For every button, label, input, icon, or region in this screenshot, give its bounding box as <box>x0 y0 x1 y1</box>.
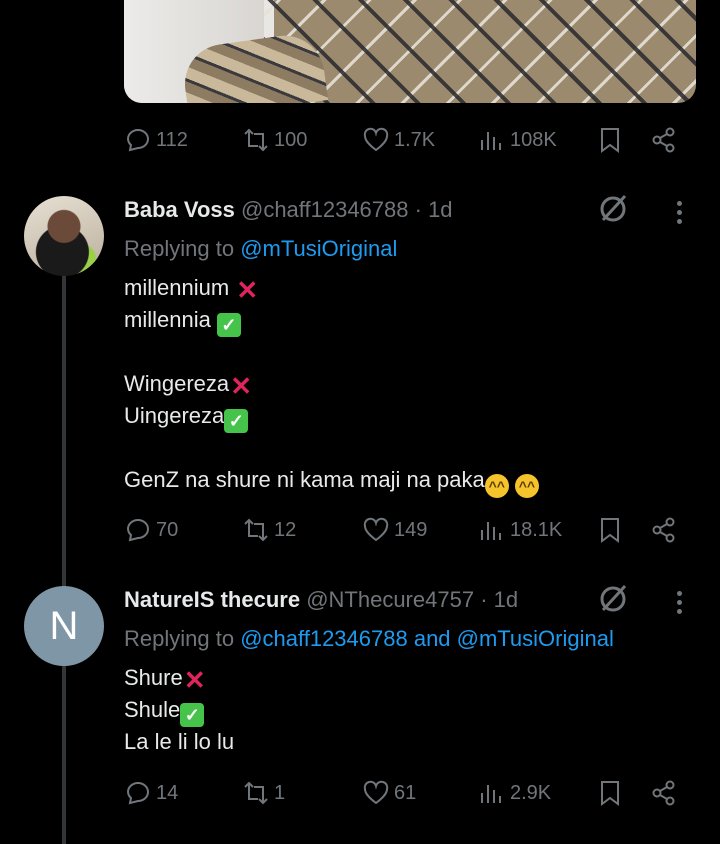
text-line: millennium <box>124 275 230 300</box>
reply-button[interactable]: 112 <box>124 120 188 160</box>
reply-count: 112 <box>156 128 188 151</box>
reply-text: Shure✕ Shule ✓ La le li lo lu <box>124 662 234 758</box>
reply-count: 14 <box>156 781 179 804</box>
text-line: La le li lo lu <box>124 729 235 754</box>
repost-icon <box>244 518 268 542</box>
like-button[interactable]: 149 <box>362 510 427 550</box>
display-name[interactable]: Baba Voss <box>124 197 235 222</box>
reply-button[interactable]: 14 <box>124 773 178 813</box>
repost-button[interactable]: 1 <box>242 773 285 813</box>
user-handle[interactable]: @chaff12346788 <box>241 197 409 222</box>
thread-line <box>62 270 66 586</box>
avatar[interactable] <box>24 196 104 276</box>
grok-icon[interactable] <box>597 582 629 614</box>
reply-icon <box>126 129 149 152</box>
share-button[interactable] <box>650 120 678 160</box>
like-button[interactable]: 61 <box>362 773 416 813</box>
views-count: 108K <box>510 128 557 151</box>
repost-count: 1 <box>274 781 286 804</box>
grok-icon[interactable] <box>597 192 629 224</box>
text-line: Shure <box>124 665 183 690</box>
repost-button[interactable]: 12 <box>242 510 296 550</box>
check-mark-icon: ✓ <box>216 313 241 337</box>
check-mark-icon: ✓ <box>180 703 205 727</box>
replying-to: Replying to @mTusiOriginal <box>124 236 397 262</box>
text-line: Shule <box>124 697 181 722</box>
reply-icon <box>126 782 149 805</box>
reply-header: Baba Voss @chaff12346788 · 1d <box>124 197 453 223</box>
views-count: 18.1K <box>510 518 563 541</box>
mention-link[interactable]: @chaff12346788 and @mTusiOriginal <box>240 626 614 651</box>
sweat-smile-emoji: ^^ <box>514 474 539 498</box>
like-count: 61 <box>394 781 417 804</box>
avatar[interactable]: N <box>24 586 104 666</box>
views-icon <box>481 785 501 803</box>
cross-mark-icon: ✕ <box>230 371 253 401</box>
bookmark-button[interactable] <box>596 773 624 813</box>
text-line: millennia <box>124 307 211 332</box>
bookmark-button[interactable] <box>596 510 624 550</box>
reply-text: millennium ✕ millennia ✓ Wingereza✕ Uing… <box>124 272 539 498</box>
bookmark-icon <box>601 518 619 543</box>
replying-prefix: Replying to <box>124 626 235 651</box>
bookmark-icon <box>601 781 619 806</box>
like-icon <box>363 780 389 805</box>
views-button[interactable]: 108K <box>478 120 557 160</box>
views-icon <box>481 132 501 150</box>
reply-count: 70 <box>156 518 179 541</box>
bookmark-icon <box>601 128 619 153</box>
cross-mark-icon: ✕ <box>183 665 206 695</box>
user-handle[interactable]: @NThecure4757 <box>306 587 474 612</box>
views-button[interactable]: 18.1K <box>478 510 562 550</box>
reply-header: NatureIS thecure @NThecure4757 · 1d <box>124 587 518 613</box>
post-media-image[interactable] <box>124 0 696 103</box>
like-icon <box>363 517 389 542</box>
repost-icon <box>244 128 268 152</box>
cross-mark-icon: ✕ <box>236 275 259 305</box>
action-bar: 112 100 1.7K 108K <box>124 120 684 160</box>
views-count: 2.9K <box>510 781 552 804</box>
bookmark-button[interactable] <box>596 120 624 160</box>
action-bar: 70 12 149 18.1K <box>124 510 684 550</box>
text-line: GenZ na shure ni kama maji na paka <box>124 467 485 492</box>
mention-link[interactable]: @mTusiOriginal <box>240 236 397 261</box>
reply-button[interactable]: 70 <box>124 510 178 550</box>
display-name[interactable]: NatureIS thecure <box>124 587 300 612</box>
like-count: 149 <box>394 518 428 541</box>
repost-count: 12 <box>274 518 297 541</box>
share-icon <box>652 780 675 806</box>
like-count: 1.7K <box>394 128 436 151</box>
text-line: Wingereza <box>124 371 230 396</box>
views-button[interactable]: 2.9K <box>478 773 551 813</box>
share-icon <box>652 127 675 153</box>
repost-button[interactable]: 100 <box>242 120 307 160</box>
views-icon <box>481 522 501 540</box>
post-time[interactable]: · 1d <box>480 587 518 612</box>
repost-count: 100 <box>274 128 308 151</box>
avatar-letter: N <box>49 603 79 648</box>
replying-prefix: Replying to <box>124 236 235 261</box>
more-icon[interactable] <box>670 196 688 228</box>
post-time[interactable]: · 1d <box>415 197 453 222</box>
share-icon <box>652 517 675 543</box>
share-button[interactable] <box>650 510 678 550</box>
check-mark-icon: ✓ <box>224 409 249 433</box>
like-icon <box>363 127 389 152</box>
action-bar: 14 1 61 2.9K <box>124 773 684 813</box>
text-line: Uingereza <box>124 403 225 428</box>
replying-to: Replying to @chaff12346788 and @mTusiOri… <box>124 626 614 652</box>
repost-icon <box>244 781 268 805</box>
share-button[interactable] <box>650 773 678 813</box>
reply-icon <box>126 519 149 542</box>
more-icon[interactable] <box>670 586 688 618</box>
sweat-smile-emoji: ^^ <box>484 474 509 498</box>
like-button[interactable]: 1.7K <box>362 120 435 160</box>
